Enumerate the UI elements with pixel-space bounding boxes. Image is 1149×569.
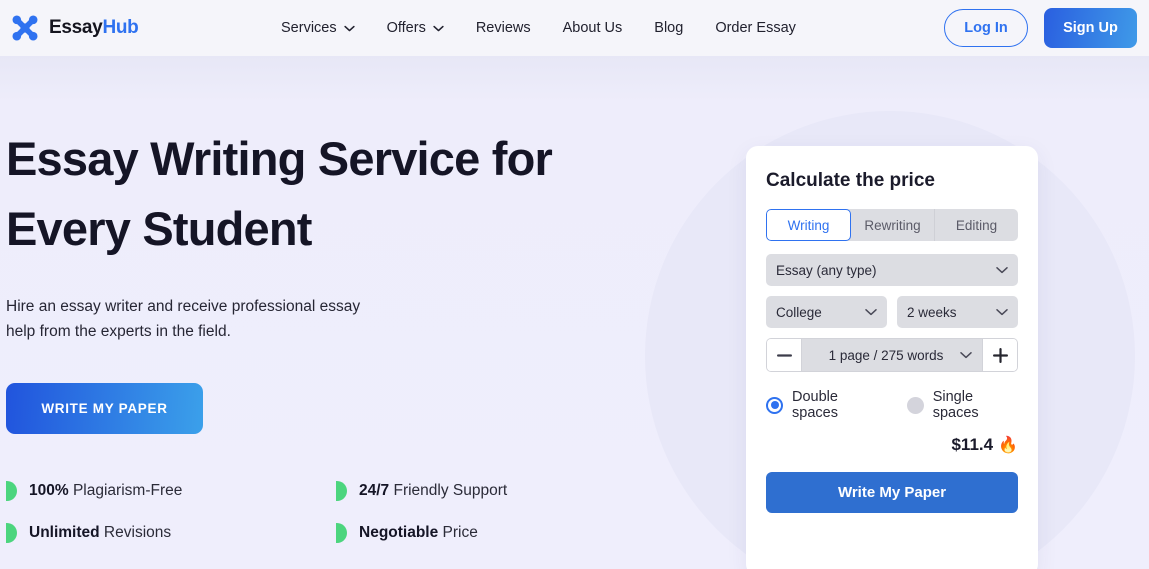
chevron-down-icon xyxy=(960,352,972,359)
hero-title-line-1: Essay Writing Service for xyxy=(6,132,553,185)
deadline-select[interactable]: 2 weeks xyxy=(897,296,1018,328)
feature-highlight: 24/7 xyxy=(359,482,390,499)
chevron-down-icon xyxy=(996,267,1008,274)
feature-item: 100% Plagiarism-Free xyxy=(6,481,336,501)
chevron-down-icon xyxy=(343,25,355,31)
tab-rewriting[interactable]: Rewriting xyxy=(851,209,935,241)
log-in-button[interactable]: Log In xyxy=(944,9,1028,47)
feature-text: Negotiable Price xyxy=(359,524,478,542)
feature-marker-icon xyxy=(6,481,17,501)
hero-title-line-2: Every Student xyxy=(6,202,312,255)
hero-subtitle-line-1: Hire an essay writer and receive profess… xyxy=(6,298,361,315)
feature-highlight: Unlimited xyxy=(29,524,100,541)
feature-item: Unlimited Revisions xyxy=(6,523,336,543)
site-header: EssayHub Services Offers Reviews About U… xyxy=(0,0,1149,56)
feature-text: 100% Plagiarism-Free xyxy=(29,482,182,500)
radio-double-spaces[interactable] xyxy=(766,396,783,414)
feature-marker-icon xyxy=(336,523,347,543)
brand-name-accent: Hub xyxy=(102,17,139,38)
feature-highlight: Negotiable xyxy=(359,524,439,541)
x-nodes-logo-icon xyxy=(12,15,38,41)
paper-type-value: Essay (any type) xyxy=(776,262,877,278)
hero-write-my-paper-button[interactable]: WRITE MY PAPER xyxy=(6,383,203,434)
pages-value: 1 page / 275 words xyxy=(828,347,944,363)
deadline-value: 2 weeks xyxy=(907,304,957,320)
feature-marker-icon xyxy=(6,523,17,543)
price-calculator-card: Calculate the price Writing Rewriting Ed… xyxy=(746,146,1038,569)
spacing-options: Double spaces Single spaces xyxy=(766,389,1018,421)
nav-item-services[interactable]: Services xyxy=(281,0,371,56)
nav-item-reviews[interactable]: Reviews xyxy=(460,0,547,56)
service-type-tabs: Writing Rewriting Editing xyxy=(766,209,1018,241)
nav-item-offers[interactable]: Offers xyxy=(371,0,460,56)
feature-list: 100% Plagiarism-Free 24/7 Friendly Suppo… xyxy=(6,481,626,543)
brand-name-dark: Essay xyxy=(49,17,103,38)
page-title: Essay Writing Service for Every Student xyxy=(6,124,646,264)
page-root: EssayHub Services Offers Reviews About U… xyxy=(0,0,1149,569)
increase-pages-button[interactable] xyxy=(983,339,1017,371)
feature-rest: Price xyxy=(438,524,478,541)
tab-writing[interactable]: Writing xyxy=(766,209,851,241)
hero-subtitle: Hire an essay writer and receive profess… xyxy=(6,294,406,344)
brand-logo[interactable]: EssayHub xyxy=(10,13,139,43)
feature-text: Unlimited Revisions xyxy=(29,524,171,542)
calculator-write-my-paper-button[interactable]: Write My Paper xyxy=(766,472,1018,513)
price-display: $11.4 🔥 xyxy=(766,435,1018,455)
radio-single-spaces[interactable] xyxy=(906,396,924,414)
nav-label-services: Services xyxy=(281,20,337,36)
auth-actions: Log In Sign Up xyxy=(944,0,1137,56)
double-spaces-option[interactable]: Double spaces xyxy=(766,389,883,421)
calculator-title: Calculate the price xyxy=(766,170,935,191)
hero-section: Essay Writing Service for Every Student … xyxy=(0,56,1149,569)
pages-select[interactable]: 1 page / 275 words xyxy=(801,339,983,371)
feature-text: 24/7 Friendly Support xyxy=(359,482,507,500)
chevron-down-icon xyxy=(433,25,444,31)
feature-marker-icon xyxy=(336,481,347,501)
decrease-pages-button[interactable] xyxy=(767,339,801,371)
tab-editing[interactable]: Editing xyxy=(935,209,1018,241)
chevron-down-icon xyxy=(996,309,1008,316)
feature-rest: Revisions xyxy=(99,524,172,541)
single-spaces-label: Single spaces xyxy=(932,389,979,421)
feature-highlight: 100% xyxy=(29,482,69,499)
feature-rest: Plagiarism-Free xyxy=(68,482,183,499)
minus-icon xyxy=(776,353,792,357)
sign-up-button[interactable]: Sign Up xyxy=(1044,8,1137,48)
main-navigation: Services Offers Reviews About Us Blog Or… xyxy=(281,0,812,56)
plus-icon xyxy=(992,347,1008,363)
price-value: $11.4 xyxy=(951,435,994,454)
pages-stepper: 1 page / 275 words xyxy=(766,338,1018,372)
brand-name: EssayHub xyxy=(49,17,139,39)
academic-level-value: College xyxy=(776,304,822,320)
double-spaces-label: Double spaces xyxy=(792,389,838,421)
hero-subtitle-line-2: help from the experts in the field. xyxy=(6,323,231,340)
chevron-down-icon xyxy=(865,309,877,316)
nav-item-order-essay[interactable]: Order Essay xyxy=(699,0,812,56)
feature-item: Negotiable Price xyxy=(336,523,626,543)
single-spaces-option[interactable]: Single spaces xyxy=(906,389,1018,421)
level-deadline-row: College 2 weeks xyxy=(766,296,1018,328)
academic-level-select[interactable]: College xyxy=(766,296,887,328)
nav-item-about-us[interactable]: About Us xyxy=(547,0,639,56)
fire-icon: 🔥 xyxy=(998,437,1018,454)
nav-item-blog[interactable]: Blog xyxy=(638,0,699,56)
feature-rest: Friendly Support xyxy=(389,482,508,499)
paper-type-select[interactable]: Essay (any type) xyxy=(766,254,1018,286)
nav-label-offers: Offers xyxy=(386,20,426,36)
feature-item: 24/7 Friendly Support xyxy=(336,481,626,501)
